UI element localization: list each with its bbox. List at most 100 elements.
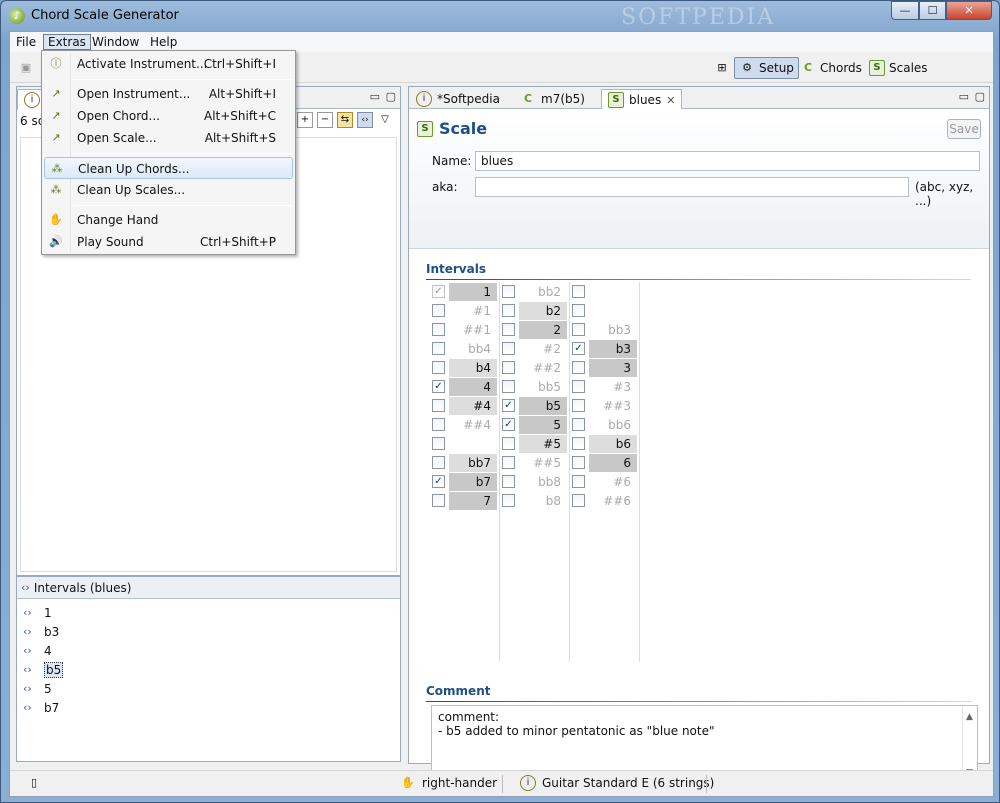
interval-checkbox[interactable]: ✓ xyxy=(432,380,445,393)
interval-checkbox[interactable]: ✓ xyxy=(502,399,515,412)
menu-item[interactable]: ⁂ Clean Up Scales... xyxy=(44,179,293,201)
interval-name: b5 xyxy=(519,397,567,415)
scale-form-header: S Scale Save Name: blues aka: (abc, xyz,… xyxy=(409,109,989,249)
menu-item-shortcut: Ctrl+Shift+P xyxy=(200,235,276,249)
interval-name: 1 xyxy=(449,283,497,301)
app-logo-icon: ♪ xyxy=(9,8,25,24)
interval-checkbox[interactable] xyxy=(572,323,585,336)
comment-section-title: Comment xyxy=(426,684,491,698)
interval-checkbox[interactable] xyxy=(502,323,515,336)
interval-checkbox[interactable] xyxy=(572,475,585,488)
scale-icon: S xyxy=(417,120,433,137)
interval-checkbox[interactable]: ✓ xyxy=(572,342,585,355)
interval-checkbox[interactable] xyxy=(502,342,515,355)
interval-checkbox[interactable] xyxy=(432,323,445,336)
interval-checkbox[interactable] xyxy=(572,361,585,374)
interval-cell: ##2 xyxy=(501,358,569,377)
interval-checkbox[interactable] xyxy=(572,456,585,469)
list-item[interactable]: ‹› 4 xyxy=(23,641,63,660)
interval-checkbox[interactable]: ✓ xyxy=(432,475,445,488)
interval-checkbox[interactable] xyxy=(572,494,585,507)
interval-checkbox[interactable]: ✓ xyxy=(502,418,515,431)
tab-m7b5[interactable]: C m7(b5) xyxy=(513,89,592,109)
interval-checkbox[interactable] xyxy=(572,380,585,393)
menu-file[interactable]: File xyxy=(12,34,40,50)
menu-item[interactable]: ↗ Open Chord... Alt+Shift+C xyxy=(44,105,293,127)
interval-cell: ✓ b5 xyxy=(501,396,569,415)
link-icon[interactable]: ⇆ xyxy=(337,112,353,128)
instrument-status[interactable]: i Guitar Standard E (6 strings) xyxy=(520,775,714,791)
menu-item[interactable]: 🔊 Play Sound Ctrl+Shift+P xyxy=(44,231,293,253)
fast-view-icon[interactable]: ▯ xyxy=(26,775,42,791)
maximize-button[interactable]: ☐ xyxy=(919,1,946,20)
tab-blues[interactable]: S blues ✕ xyxy=(601,89,683,110)
interval-cell: #2 xyxy=(501,339,569,358)
add-icon[interactable]: + xyxy=(297,112,313,128)
scroll-up-icon[interactable]: ▲ xyxy=(966,710,973,724)
interval-view-icon: ‹› xyxy=(21,581,30,594)
scales-perspective-button[interactable]: S Scales xyxy=(865,57,932,79)
interval-icon: ‹› xyxy=(23,701,32,714)
list-item[interactable]: ‹› b3 xyxy=(23,622,63,641)
maximize-editor-button[interactable]: ▢ xyxy=(975,90,985,103)
menu-item[interactable]: ⁂ Clean Up Chords... xyxy=(44,157,293,179)
list-item[interactable]: ‹› 5 xyxy=(23,679,63,698)
view-menu-icon[interactable]: ▽ xyxy=(377,112,393,128)
list-item[interactable]: ‹› b5 xyxy=(23,660,64,679)
minimize-view-button[interactable]: ▭ xyxy=(370,90,380,103)
interval-checkbox[interactable] xyxy=(502,437,515,450)
interval-checkbox[interactable] xyxy=(502,475,515,488)
disk-icon: ▣ xyxy=(20,61,32,74)
interval-checkbox[interactable] xyxy=(572,437,585,450)
interval-checkbox[interactable] xyxy=(572,418,585,431)
interval-checkbox[interactable] xyxy=(432,361,445,374)
menu-bar: File Extras Window Help xyxy=(10,32,993,52)
title-bar[interactable]: ♪ Chord Scale Generator SOFTPEDIA — ☐ ✕ xyxy=(1,1,999,31)
hand-status[interactable]: ✋ right-hander xyxy=(400,775,497,791)
minimize-button[interactable]: — xyxy=(891,1,919,20)
interval-checkbox[interactable] xyxy=(432,399,445,412)
save-button[interactable]: Save xyxy=(947,119,981,139)
interval-checkbox[interactable] xyxy=(572,285,585,298)
menu-item[interactable]: ⓘ Activate Instrument... Ctrl+Shift+I xyxy=(44,53,293,75)
setup-perspective-button[interactable]: ⚙ Setup xyxy=(734,57,799,79)
close-tab-icon[interactable]: ✕ xyxy=(666,94,675,107)
interval-cell: ##3 xyxy=(571,396,639,415)
interval-checkbox[interactable] xyxy=(432,437,445,450)
interval-name: 3 xyxy=(589,359,637,377)
interval-checkbox[interactable] xyxy=(502,380,515,393)
interval-checkbox[interactable] xyxy=(432,456,445,469)
maximize-view-button[interactable]: ▢ xyxy=(386,90,396,103)
close-button[interactable]: ✕ xyxy=(946,1,992,20)
interval-checkbox[interactable] xyxy=(432,494,445,507)
save-all-button[interactable]: ▣ xyxy=(14,57,38,79)
interval-checkbox[interactable] xyxy=(572,399,585,412)
collapse-icon[interactable]: − xyxy=(317,112,333,128)
interval-view-icon[interactable]: ‹› xyxy=(357,112,373,128)
menu-item[interactable]: ↗ Open Instrument... Alt+Shift+I xyxy=(44,83,293,105)
open-perspective-button[interactable]: ⊞ xyxy=(710,57,734,79)
interval-checkbox[interactable] xyxy=(502,494,515,507)
aka-field[interactable] xyxy=(475,177,909,197)
menu-help[interactable]: Help xyxy=(146,34,181,50)
minimize-editor-button[interactable]: ▭ xyxy=(959,90,969,103)
interval-checkbox[interactable] xyxy=(502,361,515,374)
menu-window[interactable]: Window xyxy=(88,34,143,50)
interval-checkbox[interactable] xyxy=(432,418,445,431)
menu-item[interactable]: ↗ Open Scale... Alt+Shift+S xyxy=(44,127,293,149)
open-instrument-icon: ↗ xyxy=(51,87,61,100)
interval-name: 7 xyxy=(449,492,497,510)
list-item[interactable]: ‹› 1 xyxy=(23,603,63,622)
chords-perspective-button[interactable]: C Chords xyxy=(796,57,866,79)
interval-checkbox[interactable] xyxy=(502,456,515,469)
interval-checkbox[interactable] xyxy=(502,285,515,298)
interval-checkbox[interactable] xyxy=(502,304,515,317)
interval-checkbox[interactable] xyxy=(572,304,585,317)
name-field[interactable]: blues xyxy=(475,151,980,171)
interval-checkbox[interactable] xyxy=(432,342,445,355)
list-item[interactable]: ‹› b7 xyxy=(23,698,63,717)
menu-extras[interactable]: Extras xyxy=(43,34,91,50)
tab-softpedia[interactable]: i *Softpedia xyxy=(409,89,507,109)
menu-item[interactable]: ✋ Change Hand xyxy=(44,209,293,231)
interval-checkbox[interactable] xyxy=(432,304,445,317)
